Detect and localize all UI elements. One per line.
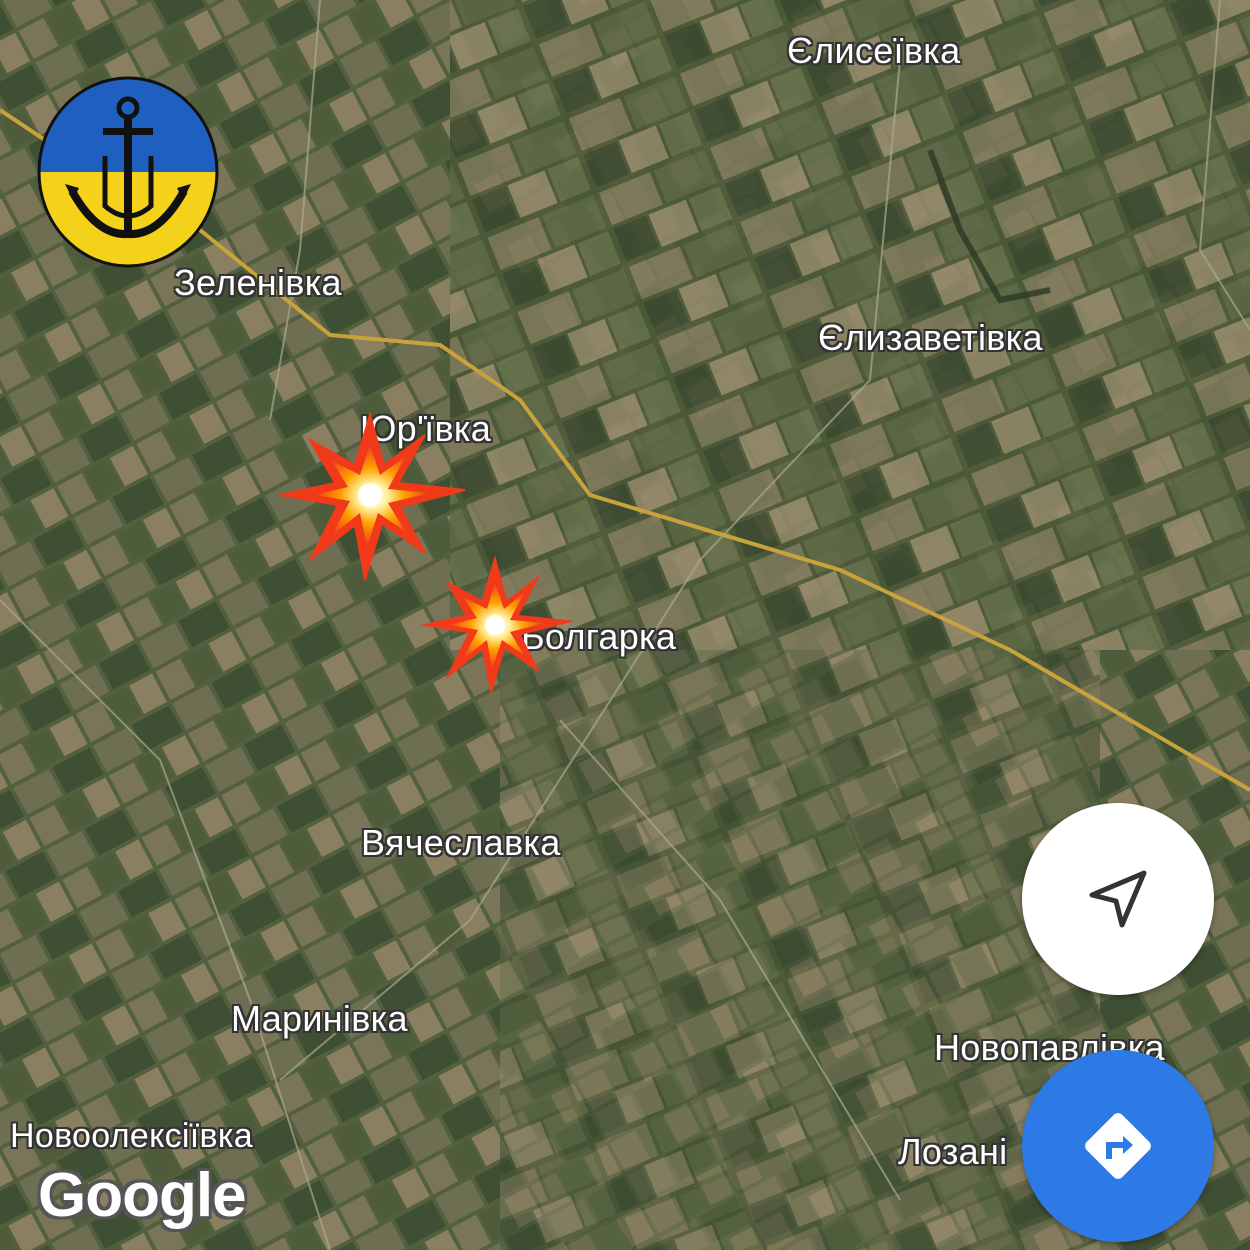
navigation-arrow-icon [1089,870,1147,928]
my-location-button[interactable] [1022,803,1214,995]
anchor-trident-icon [37,76,219,268]
place-label-zelenivka[interactable]: Зеленівка [174,262,342,304]
place-label-yelyseivka[interactable]: Єлисеївка [787,30,960,72]
place-label-yelyzavetivka[interactable]: Єлизаветівка [818,317,1043,359]
directions-turn-icon [1085,1113,1151,1179]
place-label-lozani[interactable]: Лозані [898,1131,1007,1173]
google-logo: Google [38,1161,247,1230]
explosion-icon [420,555,575,695]
place-label-marynivka[interactable]: Маринівка [231,998,408,1040]
directions-button[interactable] [1022,1050,1214,1242]
place-label-novooleksiivka[interactable]: Новоолексіївка [10,1117,253,1156]
place-label-viacheslavka[interactable]: Вячеславка [361,822,561,864]
map-view[interactable]: Єлисеївка Зеленівка Єлизаветівка Юр'ївка… [0,0,1250,1250]
